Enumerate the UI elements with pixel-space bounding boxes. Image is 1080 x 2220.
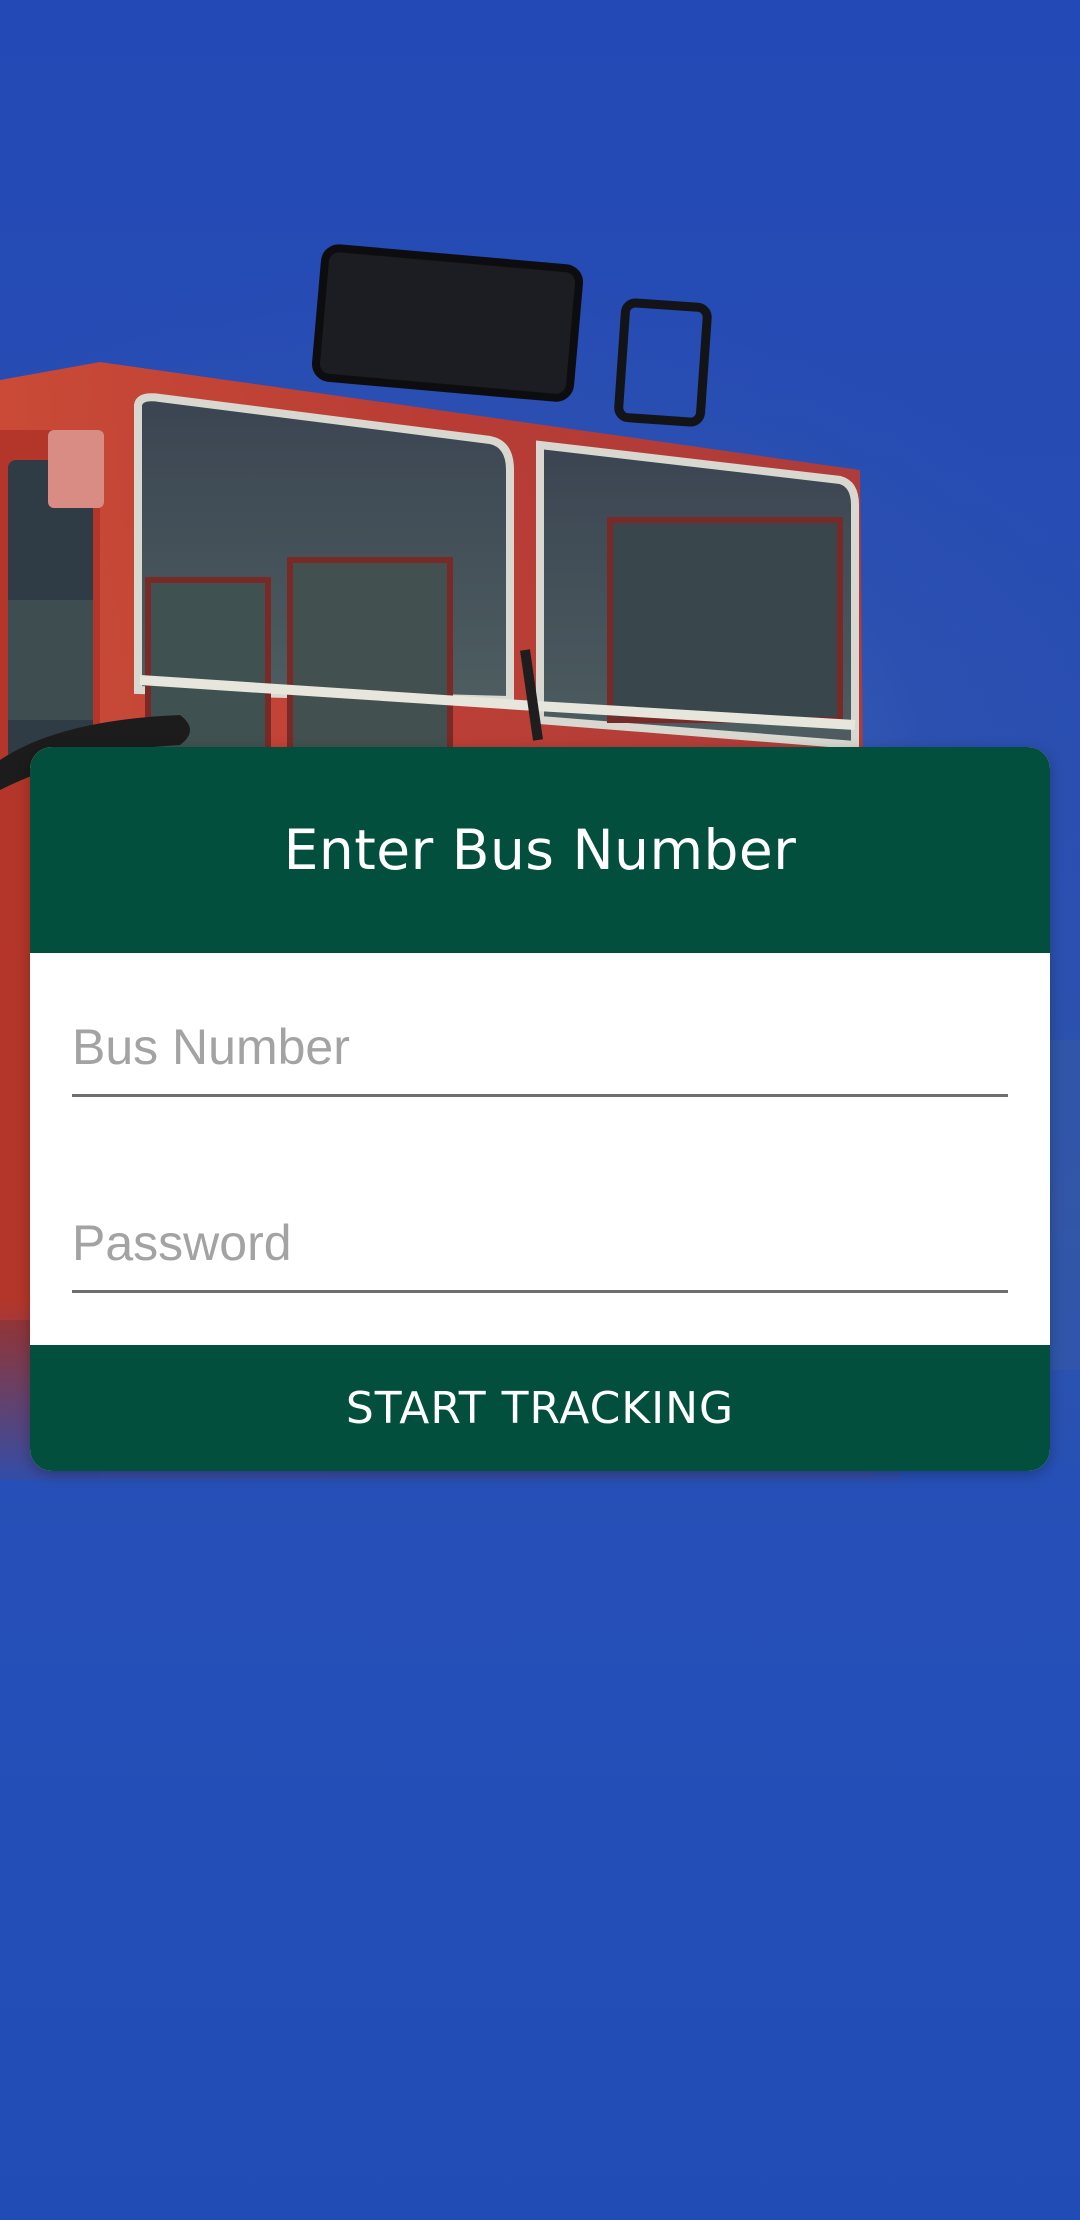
start-tracking-button[interactable]: START TRACKING — [30, 1345, 1050, 1471]
card-title: Enter Bus Number — [283, 818, 797, 882]
bus-number-input[interactable] — [72, 1008, 1008, 1097]
password-input[interactable] — [72, 1204, 1008, 1293]
card-form — [30, 953, 1050, 1345]
bus-login-card: Enter Bus Number START TRACKING — [30, 747, 1050, 1471]
card-header: Enter Bus Number — [30, 747, 1050, 953]
